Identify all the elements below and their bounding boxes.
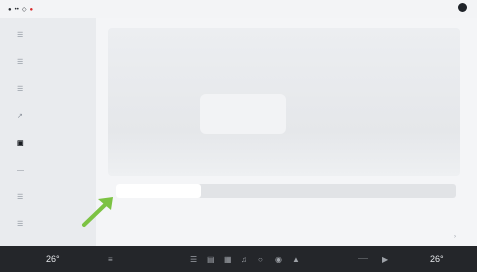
play-icon[interactable]: ▶ (382, 255, 388, 264)
warning-icon[interactable]: ▲ (292, 255, 300, 264)
apps-icon[interactable]: ☰ (190, 255, 197, 264)
menu-icon[interactable]: ≡ (108, 255, 113, 264)
tiles-icon[interactable]: ▦ (224, 255, 232, 264)
music-icon[interactable]: ♫ (241, 255, 247, 264)
grid-icon[interactable]: ▤ (207, 255, 215, 264)
annotation-arrow-icon (82, 197, 113, 227)
bottom-bar: 26° ≡ ☰ ▤ ▦ ♫ ○ ◉ ▲ —— ▶ 26° (0, 246, 477, 272)
driver-temperature[interactable]: 26° (46, 254, 60, 264)
camera-icon[interactable]: ◉ (275, 255, 282, 264)
passenger-temperature[interactable]: 26° (430, 254, 444, 264)
circle-icon[interactable]: ○ (258, 255, 263, 264)
media-text: —— (358, 256, 368, 262)
arrow-shaft (82, 200, 110, 227)
